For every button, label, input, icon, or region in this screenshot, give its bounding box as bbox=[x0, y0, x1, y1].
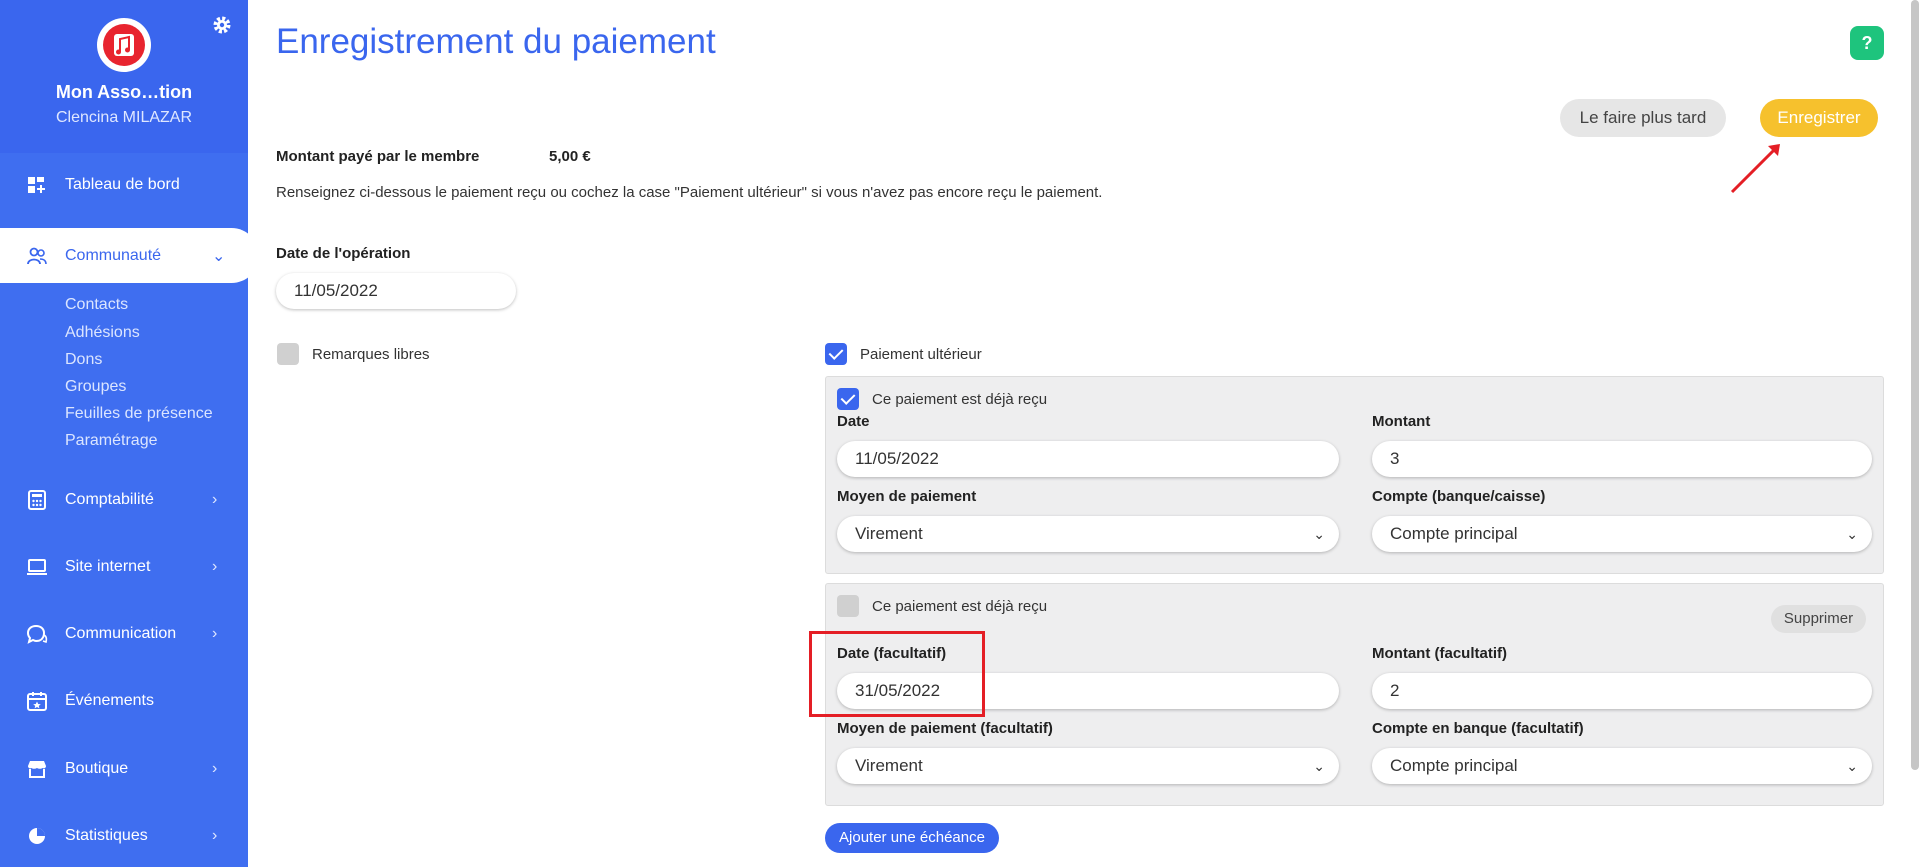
nav-label: Site internet bbox=[65, 558, 151, 575]
nav-label: Événements bbox=[65, 692, 154, 709]
payment-method-select[interactable]: Virement ⌄ bbox=[837, 748, 1339, 784]
date-label: Date bbox=[837, 413, 870, 430]
music-note-icon bbox=[103, 24, 145, 66]
account-select[interactable]: Compte principal ⌄ bbox=[1372, 516, 1872, 552]
nav-item-website[interactable]: Site internet › bbox=[0, 542, 248, 592]
nav-label: Communication bbox=[65, 625, 177, 642]
chat-icon bbox=[26, 623, 48, 645]
subnav-adhesions[interactable]: Adhésions bbox=[65, 324, 140, 342]
remarks-label: Remarques libres bbox=[312, 346, 430, 363]
chevron-right-icon: › bbox=[212, 827, 218, 844]
later-button[interactable]: Le faire plus tard bbox=[1560, 99, 1726, 137]
amount-input[interactable]: 2 bbox=[1372, 673, 1872, 709]
laptop-icon bbox=[26, 556, 48, 578]
account-value: Compte principal bbox=[1390, 756, 1518, 775]
account-value: Compte principal bbox=[1390, 524, 1518, 543]
chevron-down-icon: ⌄ bbox=[1846, 526, 1858, 542]
add-installment-button[interactable]: Ajouter une échéance bbox=[825, 823, 999, 853]
nav-item-shop[interactable]: Boutique › bbox=[0, 744, 248, 794]
chevron-right-icon: › bbox=[212, 491, 218, 508]
pie-chart-icon bbox=[26, 825, 48, 847]
association-logo[interactable] bbox=[97, 18, 151, 72]
nav-item-communication[interactable]: Communication › bbox=[0, 609, 248, 659]
nav-label: Tableau de bord bbox=[65, 176, 180, 193]
received-label: Ce paiement est déjà reçu bbox=[872, 598, 1048, 615]
nav-item-statistics[interactable]: Statistiques › bbox=[0, 811, 248, 861]
main-content: Enregistrement du paiement ? Le faire pl… bbox=[248, 0, 1919, 867]
received-checkbox[interactable] bbox=[837, 388, 859, 410]
payment-method-value: Virement bbox=[855, 756, 923, 775]
account-select[interactable]: Compte principal ⌄ bbox=[1372, 748, 1872, 784]
payment-method-label: Moyen de paiement bbox=[837, 488, 977, 505]
member-amount-value: 5,00 € bbox=[549, 148, 591, 165]
sidebar: Mon Asso…tion Clencina MILAZAR Tableau d… bbox=[0, 0, 259, 867]
users-icon bbox=[26, 245, 48, 267]
chevron-down-icon: ⌄ bbox=[212, 247, 226, 265]
shop-icon bbox=[26, 758, 48, 780]
remarks-checkbox[interactable] bbox=[277, 343, 299, 365]
sidebar-header: Mon Asso…tion Clencina MILAZAR bbox=[0, 0, 248, 153]
instructions-text: Renseignez ci-dessous le paiement reçu o… bbox=[276, 184, 1103, 201]
amount-label: Montant bbox=[1372, 413, 1431, 430]
org-name: Mon Asso…tion bbox=[55, 82, 193, 102]
date-input[interactable]: 11/05/2022 bbox=[837, 441, 1339, 477]
deferred-payment-checkbox[interactable] bbox=[825, 343, 847, 365]
nav-item-dashboard[interactable]: Tableau de bord bbox=[0, 160, 248, 210]
help-button[interactable]: ? bbox=[1850, 26, 1884, 60]
nav-label: Boutique bbox=[65, 760, 129, 777]
subnav-groupes[interactable]: Groupes bbox=[65, 378, 126, 396]
chevron-down-icon: ⌄ bbox=[1846, 758, 1858, 774]
amount-label: Montant (facultatif) bbox=[1372, 645, 1507, 662]
save-button[interactable]: Enregistrer bbox=[1760, 99, 1878, 137]
operation-date-label: Date de l'opération bbox=[276, 245, 411, 262]
annotation-arrow bbox=[1730, 144, 1780, 194]
deferred-payment-label: Paiement ultérieur bbox=[860, 346, 982, 363]
delete-button[interactable]: Supprimer bbox=[1771, 605, 1866, 633]
payment-method-select[interactable]: Virement ⌄ bbox=[837, 516, 1339, 552]
payment-method-label: Moyen de paiement (facultatif) bbox=[837, 720, 1053, 737]
user-name: Clencina MILAZAR bbox=[55, 109, 193, 126]
annotation-highlight-box bbox=[809, 631, 985, 717]
nav-item-events[interactable]: Événements bbox=[0, 676, 248, 726]
nav-item-community[interactable]: Communauté ⌄ bbox=[0, 228, 259, 283]
chevron-down-icon: ⌄ bbox=[1313, 526, 1325, 542]
received-checkbox[interactable] bbox=[837, 595, 859, 617]
subnav-feuilles-presence[interactable]: Feuilles de présence bbox=[65, 405, 213, 423]
operation-date-input[interactable]: 11/05/2022 bbox=[276, 273, 516, 309]
chevron-right-icon: › bbox=[212, 625, 218, 642]
gear-icon[interactable] bbox=[211, 14, 233, 36]
subnav-dons[interactable]: Dons bbox=[65, 351, 102, 369]
account-label: Compte (banque/caisse) bbox=[1372, 488, 1546, 505]
subnav-contacts[interactable]: Contacts bbox=[65, 296, 128, 314]
calculator-icon bbox=[26, 489, 48, 511]
nav-label: Comptabilité bbox=[65, 491, 154, 508]
page-title: Enregistrement du paiement bbox=[276, 22, 716, 61]
chevron-down-icon: ⌄ bbox=[1313, 758, 1325, 774]
payment-method-value: Virement bbox=[855, 524, 923, 543]
dashboard-icon bbox=[26, 174, 48, 196]
amount-input[interactable]: 3 bbox=[1372, 441, 1872, 477]
received-label: Ce paiement est déjà reçu bbox=[872, 391, 1048, 408]
scrollbar[interactable] bbox=[1911, 0, 1919, 770]
nav-item-accounting[interactable]: Comptabilité › bbox=[0, 475, 248, 525]
member-amount-label: Montant payé par le membre bbox=[276, 148, 480, 165]
subnav-parametrage[interactable]: Paramétrage bbox=[65, 432, 158, 450]
calendar-icon bbox=[26, 690, 48, 712]
nav-label: Statistiques bbox=[65, 827, 148, 844]
chevron-right-icon: › bbox=[212, 558, 218, 575]
chevron-right-icon: › bbox=[212, 760, 218, 777]
nav-label: Communauté bbox=[65, 246, 162, 264]
account-label: Compte en banque (facultatif) bbox=[1372, 720, 1584, 737]
